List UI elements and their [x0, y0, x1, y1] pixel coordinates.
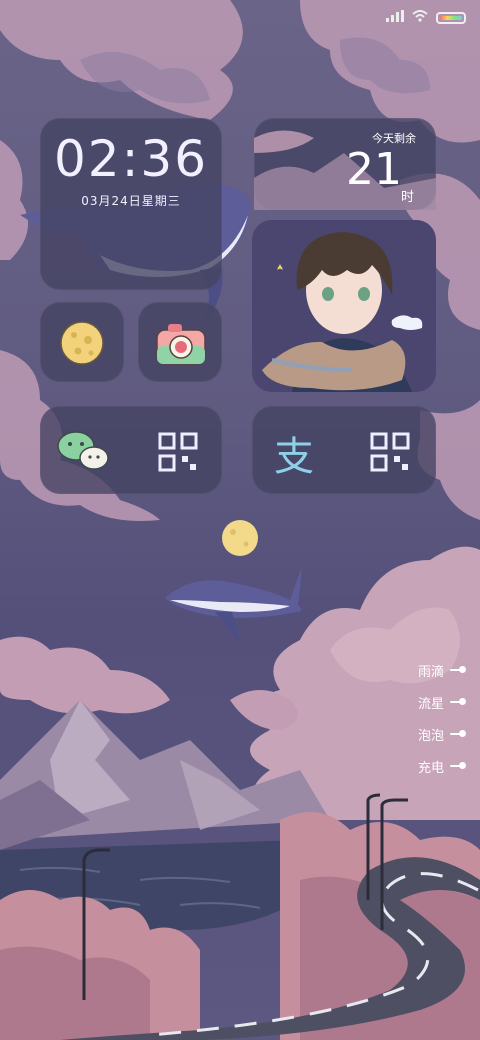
toggle-knob-icon — [450, 666, 466, 674]
toggle-knob-icon — [450, 762, 466, 770]
effect-label: 充电 — [417, 760, 444, 776]
effects-menu: 雨滴 流星 泡泡 充电 — [418, 654, 466, 782]
qr-code-icon — [158, 432, 198, 472]
effect-label: 雨滴 — [417, 664, 444, 680]
qr-code-icon — [370, 432, 410, 472]
wechat-app-tile[interactable] — [40, 406, 222, 494]
avatar-widget[interactable] — [252, 220, 436, 392]
moon-icon — [60, 321, 104, 365]
avatar — [252, 220, 436, 392]
effect-label: 泡泡 — [417, 728, 444, 744]
toggle-knob-icon — [450, 730, 466, 738]
effect-label: 流星 — [417, 696, 444, 712]
clock-date: 03月24日星期三 — [81, 194, 181, 208]
battery-icon — [436, 11, 466, 24]
status-bar — [386, 10, 466, 25]
day-remaining-unit: 时 — [400, 190, 414, 205]
clock-widget[interactable]: 02:36 03月24日星期三 — [40, 118, 222, 290]
effect-charging-toggle[interactable]: 充电 — [418, 750, 466, 782]
effect-rain-toggle[interactable]: 雨滴 — [418, 654, 466, 686]
toggle-knob-icon — [450, 698, 466, 706]
effect-meteor-toggle[interactable]: 流星 — [418, 686, 466, 718]
effect-bubble-toggle[interactable]: 泡泡 — [418, 718, 466, 750]
day-remaining-widget[interactable]: 今天剩余 21 时 — [254, 118, 436, 210]
camera-app-tile[interactable] — [138, 302, 222, 382]
alipay-icon: 支 — [274, 434, 314, 480]
alipay-app-tile[interactable]: 支 — [252, 406, 436, 494]
wechat-icon — [57, 431, 109, 470]
moon-app-tile[interactable] — [40, 302, 124, 382]
day-remaining-hours: 21 — [346, 144, 402, 195]
wifi-icon — [412, 10, 428, 25]
camera-icon — [156, 324, 206, 365]
clock-time: 02:36 — [53, 130, 209, 188]
signal-icon — [386, 10, 404, 25]
